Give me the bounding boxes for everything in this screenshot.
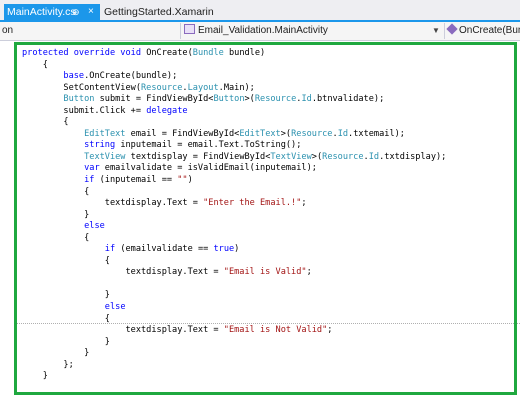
navigation-bar: on Email_Validation.MainActivity ▼ OnCre… <box>0 22 520 41</box>
tab-label: GettingStarted.Xamarin <box>104 6 214 18</box>
chevron-down-icon[interactable]: ▼ <box>432 22 440 39</box>
project-dropdown[interactable]: on <box>2 22 13 39</box>
tab-label: MainActivity.cs <box>7 6 76 18</box>
method-icon <box>446 23 458 35</box>
close-icon[interactable]: × <box>88 4 94 20</box>
class-dropdown[interactable]: Email_Validation.MainActivity <box>184 22 328 39</box>
divider <box>444 23 445 39</box>
tab-mainactivity[interactable]: MainActivity.cs ⊕ × <box>4 4 100 20</box>
tab-gettingstarted[interactable]: GettingStarted.Xamarin <box>104 4 214 20</box>
class-dropdown-label: Email_Validation.MainActivity <box>198 25 328 36</box>
method-dropdown[interactable]: OnCreate(Bun <box>446 22 520 39</box>
method-dropdown-label: OnCreate(Bun <box>459 25 520 36</box>
pin-icon[interactable]: ⊕ <box>72 4 80 20</box>
document-tab-bar: MainActivity.cs ⊕ × GettingStarted.Xamar… <box>0 0 520 20</box>
highlight-box <box>14 42 517 395</box>
editor-gutter <box>0 41 14 408</box>
divider <box>180 23 181 39</box>
class-icon <box>184 24 195 34</box>
